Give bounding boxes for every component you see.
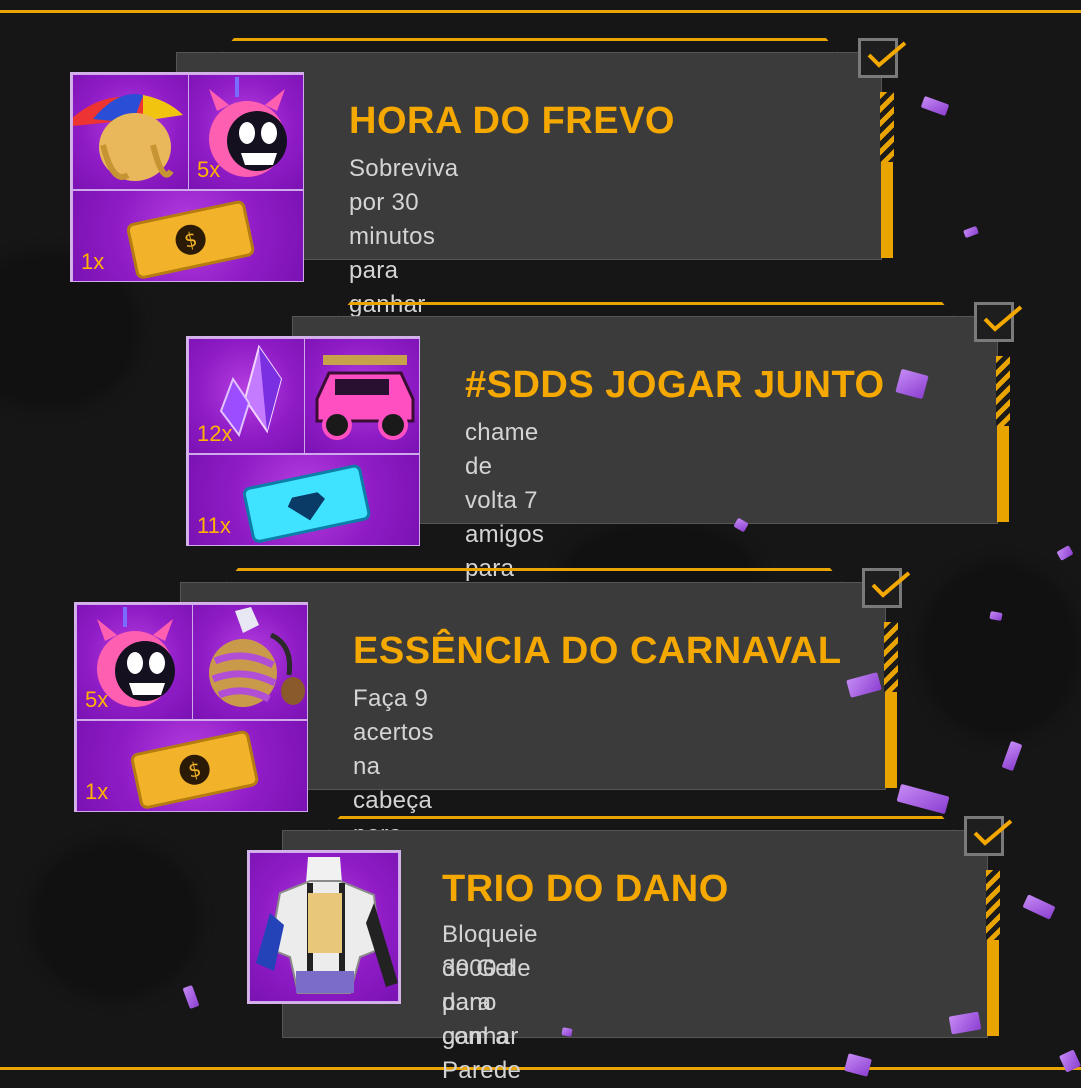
completed-checkbox[interactable] [964,816,1013,856]
reward-quantity: 1x [81,249,105,274]
confetti [896,783,950,815]
hazard-stripe [880,92,894,162]
reward-grid: 5x $ 1x [70,72,304,282]
reward-frevo-umbrella-hat[interactable] [72,74,189,190]
checkmark-icon [867,41,907,68]
accent-bar [997,426,1009,522]
outfit-top-icon [256,857,398,994]
reward-quantity: 12x [197,421,233,446]
reward-crystal[interactable]: 12x [188,338,305,454]
confetti [1022,894,1056,920]
reward-quantity: 5x [85,687,109,712]
reward-gold-ticket[interactable]: $ 1x [72,190,304,282]
background-pattern [920,560,1080,740]
accent-bar [987,940,999,1036]
frevo-umbrella-hat-icon [73,94,183,181]
gold-ticket-icon: $ [126,200,255,279]
reward-devil-emote[interactable]: 5x [76,604,193,720]
confetti [963,225,979,239]
grenade-skin-icon [209,607,305,707]
mission-description-line2: de Gel para ganhar [442,955,519,1050]
completed-checkbox[interactable] [858,38,907,78]
frame-bottom-border [0,1067,1081,1070]
confetti [1001,740,1023,772]
confetti [844,1053,872,1077]
confetti [561,1027,573,1037]
mission-title: TRIO DO DANO [442,868,729,910]
reward-quantity: 1x [85,779,109,804]
reward-outfit-top[interactable] [249,852,399,1002]
reward-quantity: 5x [197,157,221,182]
reward-quantity: 11x [197,513,231,538]
reward-gold-ticket[interactable]: $ 1x [76,720,308,812]
confetti [1056,545,1074,561]
mission-title: #SDDS JOGAR JUNTO [465,364,885,406]
reward-jeep-skin[interactable] [304,338,420,454]
accent-bar [885,692,897,788]
checkmark-icon [983,305,1023,332]
checkmark-icon [871,571,911,598]
mission-title: HORA DO FREVO [349,100,675,142]
completed-checkbox[interactable] [862,568,911,608]
gold-ticket-icon: $ [130,730,259,809]
confetti [920,95,950,117]
reward-grid [247,850,401,1004]
confetti [182,984,200,1010]
background-pattern [30,840,200,1000]
hazard-stripe [996,356,1010,426]
reward-devil-emote[interactable]: 5x [188,74,304,190]
reward-diamond-ticket[interactable]: 11x [188,454,420,546]
reward-grid: 12x 11x [186,336,420,546]
checkmark-icon [973,819,1013,846]
reward-grenade-skin[interactable] [192,604,308,720]
completed-checkbox[interactable] [974,302,1023,342]
mission-description: Sobreviva por 30 minutos para ganhar [349,155,459,318]
jeep-skin-icon [315,355,415,440]
hazard-stripe [884,622,898,692]
frame-top-border [0,10,1081,13]
hazard-stripe [986,870,1000,940]
accent-bar [881,162,893,258]
mission-title: ESSÊNCIA DO CARNAVAL [353,630,842,672]
reward-grid: 5x $ 1x [74,602,308,812]
